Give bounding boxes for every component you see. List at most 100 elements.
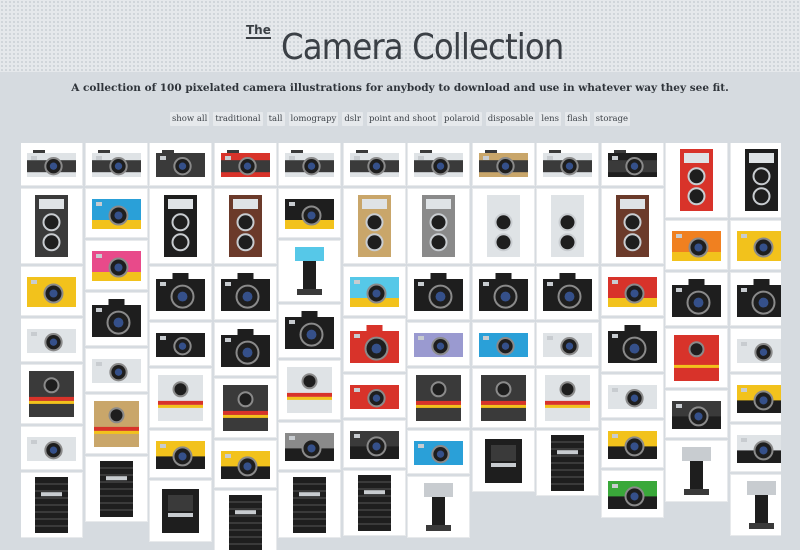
camera-thumbnail-storage[interactable] bbox=[472, 431, 534, 491]
camera-thumbnail-polaroid[interactable] bbox=[279, 361, 340, 419]
camera-thumbnail-lens[interactable] bbox=[214, 491, 276, 550]
camera-thumbnail-pns[interactable] bbox=[21, 319, 82, 361]
camera-thumbnail-lens[interactable] bbox=[343, 471, 405, 535]
filter-storage[interactable]: storage bbox=[593, 112, 631, 126]
camera-thumbnail-pns[interactable] bbox=[537, 323, 598, 365]
camera-thumbnail-disposable[interactable] bbox=[730, 375, 781, 421]
camera-thumbnail-dslr[interactable] bbox=[150, 267, 211, 319]
camera-thumbnail-dslr[interactable] bbox=[279, 305, 340, 357]
camera-thumbnail-lomo[interactable] bbox=[279, 189, 340, 237]
camera-thumbnail-pns[interactable] bbox=[730, 329, 781, 371]
filter-polaroid[interactable]: polaroid bbox=[442, 112, 482, 126]
camera-thumbnail-tlr[interactable] bbox=[21, 189, 82, 263]
camera-thumbnail-lens[interactable] bbox=[21, 473, 82, 537]
camera-thumbnail-storage[interactable] bbox=[150, 481, 211, 541]
rangefinder-camera-icon bbox=[607, 150, 657, 177]
camera-thumbnail-rangefinder[interactable] bbox=[408, 143, 469, 185]
camera-thumbnail-tlr[interactable] bbox=[730, 143, 781, 217]
camera-thumbnail-polaroid[interactable] bbox=[408, 369, 469, 427]
camera-thumbnail-flash[interactable] bbox=[666, 441, 727, 501]
filter-show-all[interactable]: show all bbox=[169, 112, 210, 126]
camera-thumbnail-tlr[interactable] bbox=[472, 189, 534, 263]
camera-thumbnail-pns[interactable] bbox=[408, 431, 469, 473]
camera-thumbnail-disposable[interactable] bbox=[601, 421, 663, 467]
flash-camera-icon bbox=[424, 483, 453, 531]
camera-thumbnail-lomo[interactable] bbox=[21, 267, 82, 315]
camera-thumbnail-dslr[interactable] bbox=[214, 267, 276, 319]
camera-thumbnail-rangefinder[interactable] bbox=[150, 143, 211, 185]
filter-point-and-shoot[interactable]: point and shoot bbox=[366, 112, 438, 126]
camera-thumbnail-lomo[interactable] bbox=[730, 221, 781, 269]
camera-thumbnail-rangefinder[interactable] bbox=[85, 143, 147, 185]
camera-thumbnail-dslr[interactable] bbox=[408, 267, 469, 319]
polaroid-camera-icon bbox=[674, 335, 719, 381]
camera-thumbnail-rangefinder[interactable] bbox=[601, 143, 663, 185]
filter-lomograpy[interactable]: lomograpy bbox=[288, 112, 339, 126]
filter-dslr[interactable]: dslr bbox=[342, 112, 363, 126]
camera-thumbnail-dslr[interactable] bbox=[666, 273, 727, 325]
camera-thumbnail-rangefinder[interactable] bbox=[279, 143, 340, 185]
camera-thumbnail-tlr[interactable] bbox=[408, 189, 469, 263]
camera-thumbnail-lens[interactable] bbox=[279, 473, 340, 537]
camera-thumbnail-pns[interactable] bbox=[21, 427, 82, 469]
camera-thumbnail-pns[interactable] bbox=[85, 349, 147, 391]
rangefinder-camera-icon bbox=[91, 150, 141, 177]
camera-thumbnail-dslr[interactable] bbox=[85, 293, 147, 345]
site-title[interactable]: The Camera Collection bbox=[246, 10, 595, 70]
camera-thumbnail-polaroid[interactable] bbox=[666, 329, 727, 387]
camera-thumbnail-dslr[interactable] bbox=[537, 267, 598, 319]
filter-flash[interactable]: flash bbox=[564, 112, 590, 126]
lomo-camera-icon bbox=[91, 199, 141, 229]
camera-thumbnail-flash[interactable] bbox=[408, 477, 469, 537]
camera-thumbnail-disposable[interactable] bbox=[279, 423, 340, 469]
camera-thumbnail-polaroid[interactable] bbox=[214, 379, 276, 437]
camera-thumbnail-polaroid[interactable] bbox=[472, 369, 534, 427]
camera-thumbnail-lomo[interactable] bbox=[666, 221, 727, 269]
camera-thumbnail-rangefinder[interactable] bbox=[343, 143, 405, 185]
camera-thumbnail-disposable[interactable] bbox=[150, 431, 211, 477]
filter-traditional[interactable]: traditional bbox=[213, 112, 263, 126]
camera-thumbnail-dslr[interactable] bbox=[601, 319, 663, 371]
camera-thumbnail-tlr[interactable] bbox=[537, 189, 598, 263]
camera-thumbnail-dslr[interactable] bbox=[472, 267, 534, 319]
camera-thumbnail-polaroid[interactable] bbox=[21, 365, 82, 423]
camera-thumbnail-disposable[interactable] bbox=[730, 425, 781, 471]
filter-lens[interactable]: lens bbox=[539, 112, 561, 126]
camera-thumbnail-rangefinder[interactable] bbox=[214, 143, 276, 185]
camera-thumbnail-dslr[interactable] bbox=[343, 319, 405, 371]
camera-thumbnail-rangefinder[interactable] bbox=[537, 143, 598, 185]
camera-thumbnail-tlr[interactable] bbox=[150, 189, 211, 263]
camera-thumbnail-lomo[interactable] bbox=[601, 267, 663, 315]
camera-thumbnail-tlr[interactable] bbox=[214, 189, 276, 263]
camera-thumbnail-disposable[interactable] bbox=[214, 441, 276, 487]
camera-thumbnail-lens[interactable] bbox=[85, 457, 147, 521]
filter-tall[interactable]: tall bbox=[266, 112, 285, 126]
polaroid-camera-icon bbox=[93, 401, 139, 447]
camera-thumbnail-pns[interactable] bbox=[408, 323, 469, 365]
camera-thumbnail-tlr[interactable] bbox=[343, 189, 405, 263]
camera-thumbnail-rangefinder[interactable] bbox=[472, 143, 534, 185]
camera-thumbnail-rangefinder[interactable] bbox=[21, 143, 82, 185]
camera-thumbnail-dslr[interactable] bbox=[214, 323, 276, 375]
camera-thumbnail-polaroid[interactable] bbox=[537, 369, 598, 427]
filter-disposable[interactable]: disposable bbox=[485, 112, 536, 126]
camera-thumbnail-tlr[interactable] bbox=[601, 189, 663, 263]
camera-thumbnail-disposable[interactable] bbox=[666, 391, 727, 437]
camera-thumbnail-pns[interactable] bbox=[150, 323, 211, 365]
camera-thumbnail-polaroid[interactable] bbox=[150, 369, 211, 427]
lomo-camera-icon bbox=[736, 231, 781, 261]
camera-thumbnail-disposable[interactable] bbox=[343, 421, 405, 467]
camera-thumbnail-dslr[interactable] bbox=[730, 273, 781, 325]
camera-thumbnail-polaroid[interactable] bbox=[85, 395, 147, 453]
camera-thumbnail-pns[interactable] bbox=[601, 375, 663, 417]
camera-thumbnail-lomo[interactable] bbox=[85, 189, 147, 237]
camera-thumbnail-tlr[interactable] bbox=[666, 143, 727, 217]
camera-thumbnail-flash[interactable] bbox=[279, 241, 340, 301]
camera-thumbnail-lomo[interactable] bbox=[343, 267, 405, 315]
camera-thumbnail-lens[interactable] bbox=[537, 431, 598, 495]
camera-thumbnail-pns[interactable] bbox=[343, 375, 405, 417]
camera-thumbnail-lomo[interactable] bbox=[85, 241, 147, 289]
camera-thumbnail-pns[interactable] bbox=[472, 323, 534, 365]
camera-thumbnail-flash[interactable] bbox=[730, 475, 781, 535]
camera-thumbnail-disposable[interactable] bbox=[601, 471, 663, 517]
